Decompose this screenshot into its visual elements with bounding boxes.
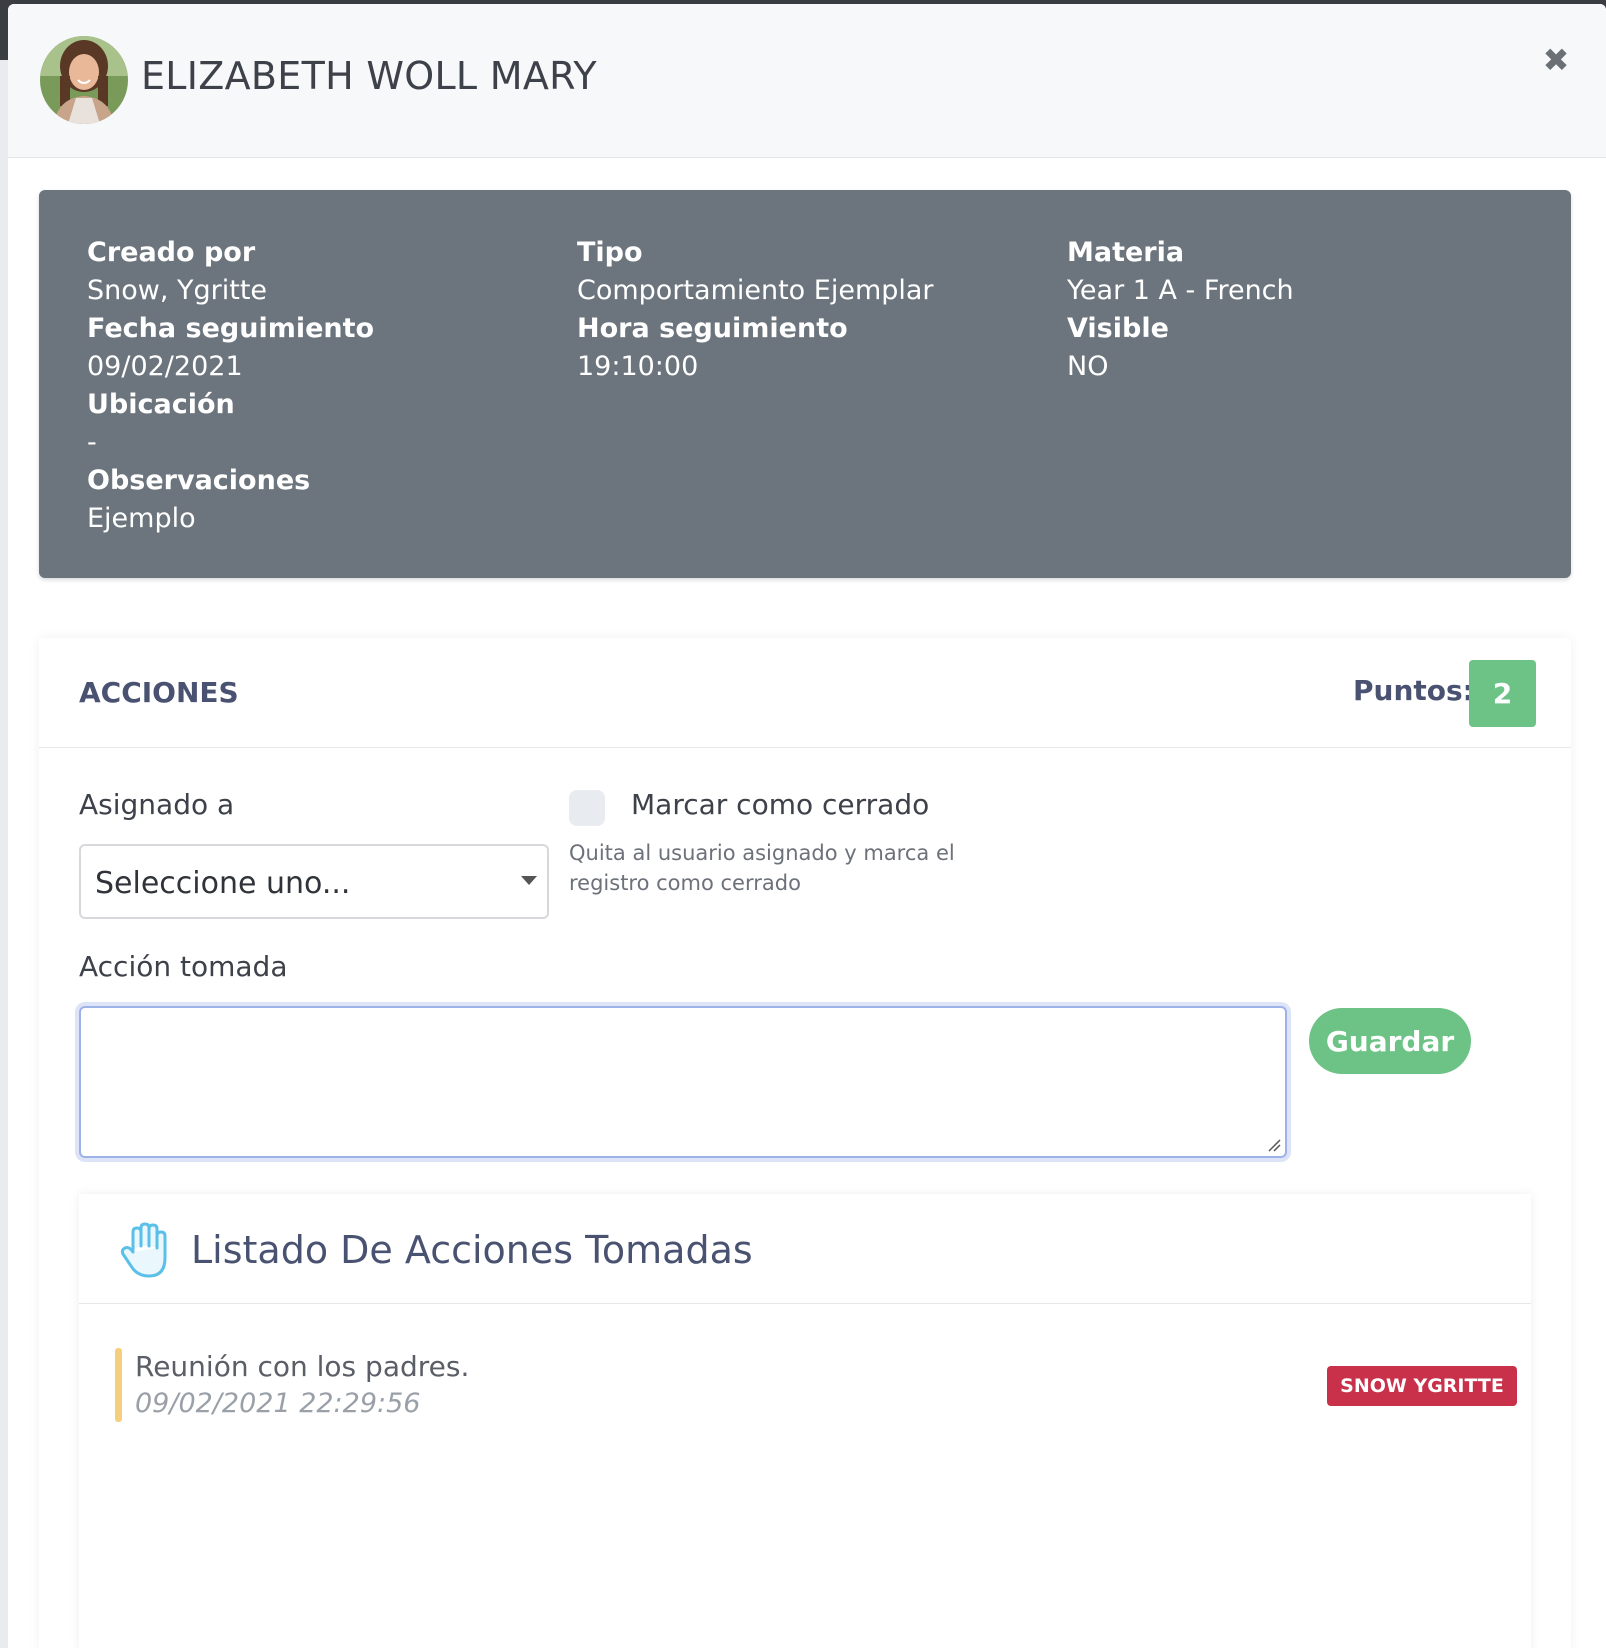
followup-info-card: Creado por Snow, Ygritte Fecha seguimien…	[39, 190, 1571, 578]
mark-closed-label[interactable]: Marcar como cerrado	[631, 788, 929, 821]
info-value: Snow, Ygritte	[87, 275, 268, 306]
info-label: Ubicación	[87, 389, 235, 420]
assigned-to-label: Asignado a	[79, 788, 235, 821]
item-accent-bar	[115, 1348, 122, 1422]
modal-title: ELIZABETH WOLL MARY	[141, 54, 597, 98]
resize-handle-icon[interactable]	[1267, 1138, 1281, 1152]
action-taken-label: Acción tomada	[79, 950, 288, 983]
info-column-2: Tipo Comportamiento Ejemplar Hora seguim…	[577, 234, 1057, 386]
item-text: Reunión con los padres.	[135, 1350, 470, 1383]
close-icon[interactable]: ✖	[1538, 41, 1574, 79]
actions-taken-list-card: Listado De Acciones Tomadas Reunión con …	[79, 1194, 1531, 1648]
mark-closed-help: Quita al usuario asignado y marca el reg…	[569, 841, 955, 895]
info-label: Tipo	[577, 237, 643, 268]
info-column-3: Materia Year 1 A - French Visible NO	[1067, 234, 1547, 386]
actions-header: ACCIONES Puntos: 2	[39, 638, 1571, 748]
info-value: Ejemplo	[87, 503, 196, 534]
info-label: Materia	[1067, 237, 1185, 268]
assigned-to-value: Seleccione uno...	[95, 866, 351, 901]
info-label: Creado por	[87, 237, 256, 268]
info-column-1: Creado por Snow, Ygritte Fecha seguimien…	[87, 234, 567, 538]
action-taken-textarea[interactable]	[79, 1006, 1287, 1158]
actions-card: ACCIONES Puntos: 2 Asignado a Seleccione…	[39, 638, 1571, 1648]
mark-closed-checkbox[interactable]	[569, 790, 605, 826]
info-label: Hora seguimiento	[577, 313, 848, 344]
points-badge: 2	[1469, 660, 1536, 727]
info-value: NO	[1067, 351, 1109, 382]
info-label: Observaciones	[87, 465, 311, 496]
student-avatar	[40, 36, 128, 124]
item-user-badge: SNOW YGRITTE	[1327, 1366, 1517, 1406]
info-value: Year 1 A - French	[1067, 275, 1294, 306]
list-item: Reunión con los padres. 09/02/2021 22:29…	[115, 1348, 1517, 1424]
info-value: Comportamiento Ejemplar	[577, 275, 934, 306]
item-date: 09/02/2021 22:29:56	[135, 1388, 421, 1419]
assigned-to-select[interactable]: Seleccione uno...	[79, 844, 549, 919]
save-button[interactable]: Guardar	[1309, 1008, 1471, 1074]
info-label: Visible	[1067, 313, 1169, 344]
actions-title: ACCIONES	[79, 676, 239, 709]
actions-taken-list-header: Listado De Acciones Tomadas	[79, 1194, 1531, 1304]
modal-header: ELIZABETH WOLL MARY ✖	[8, 4, 1606, 158]
hand-icon	[120, 1222, 167, 1278]
chevron-down-icon	[521, 876, 537, 885]
info-value: 09/02/2021	[87, 351, 243, 382]
student-followup-modal: ELIZABETH WOLL MARY ✖ Creado por Snow, Y…	[8, 4, 1606, 1648]
info-value: 19:10:00	[577, 351, 699, 382]
actions-taken-list-title: Listado De Acciones Tomadas	[191, 1228, 753, 1272]
info-value: -	[87, 427, 97, 458]
info-label: Fecha seguimiento	[87, 313, 375, 344]
points-label: Puntos:	[1353, 674, 1474, 707]
